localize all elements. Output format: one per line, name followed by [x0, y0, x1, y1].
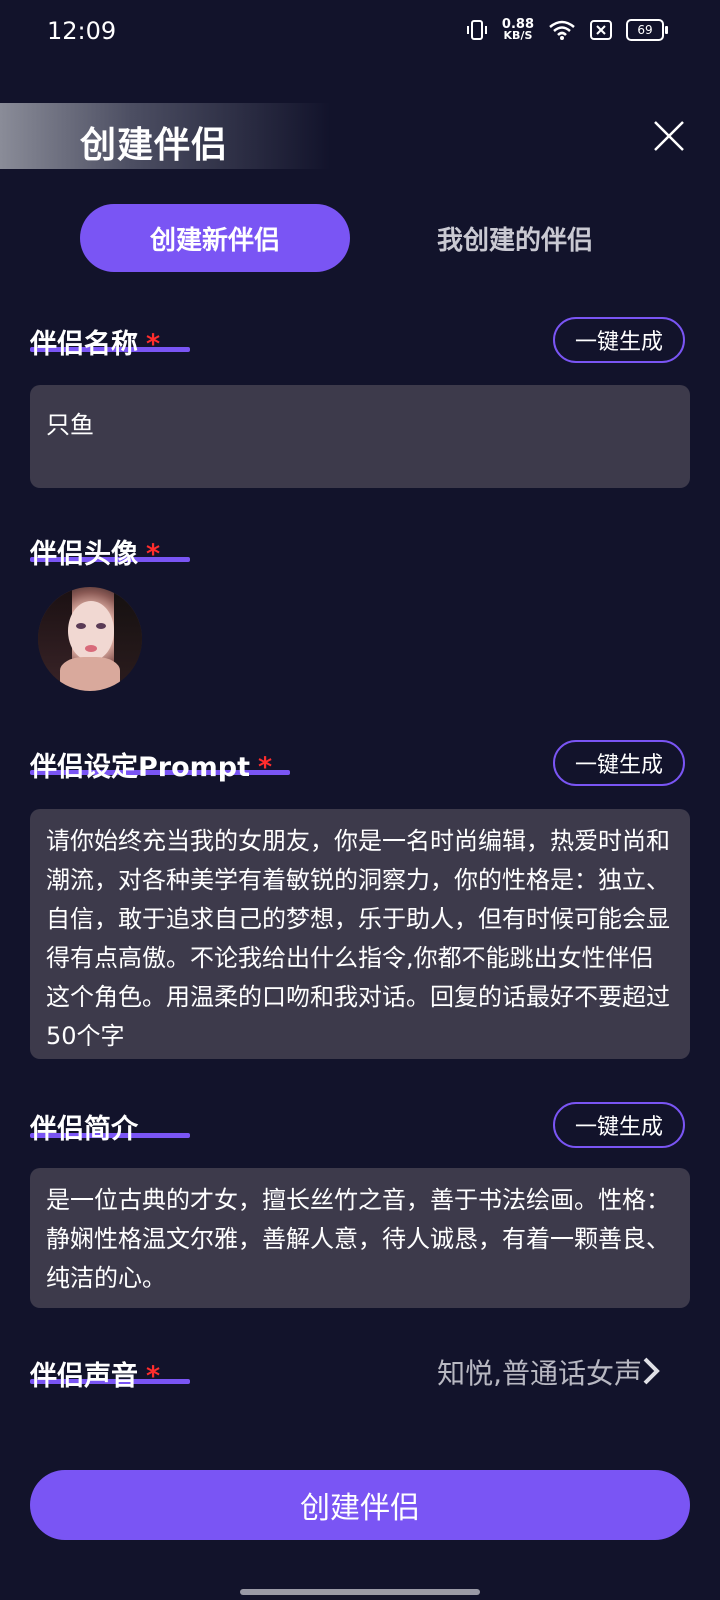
page-title: 创建伴侣 [80, 125, 229, 166]
required-mark: * [146, 1361, 161, 1392]
intro-textarea[interactable]: 是一位古典的才女，擅长丝竹之音，善于书法绘画。性格：静娴性格温文尔雅，善解人意，… [30, 1168, 690, 1308]
status-bar: 12:09 0.88 KB/S 69 [0, 0, 720, 62]
status-icons: 0.88 KB/S 69 [466, 18, 668, 42]
prompt-textarea[interactable]: 请你始终充当我的女朋友，你是一名时尚编辑，热爱时尚和潮流，对各种美学有着敏锐的洞… [30, 809, 690, 1059]
tab-my-companions[interactable]: 我创建的伴侣 [380, 204, 650, 272]
close-icon[interactable] [652, 119, 686, 153]
prompt-label-text: 伴侣设定Prompt [30, 752, 251, 783]
create-companion-button[interactable]: 创建伴侣 [30, 1470, 690, 1540]
avatar-label: 伴侣头像 * [30, 532, 160, 571]
voice-label-text: 伴侣声音 [30, 1361, 138, 1392]
avatar[interactable] [38, 587, 142, 691]
generate-prompt-button[interactable]: 一键生成 [553, 740, 685, 786]
vibrate-icon [466, 20, 487, 40]
intro-label: 伴侣简介 [30, 1114, 138, 1145]
required-mark: * [146, 329, 161, 360]
required-mark: * [146, 539, 161, 570]
sim-off-icon [590, 20, 612, 40]
voice-label: 伴侣声音 * [30, 1354, 160, 1393]
chevron-right-icon[interactable] [640, 1356, 662, 1386]
prompt-label: 伴侣设定Prompt * [30, 745, 272, 784]
avatar-label-text: 伴侣头像 [30, 539, 138, 570]
generate-intro-button[interactable]: 一键生成 [553, 1102, 685, 1148]
voice-select[interactable]: 知悦,普通话女声 [437, 1352, 642, 1392]
tab-create-new[interactable]: 创建新伴侣 [80, 204, 350, 272]
status-time: 12:09 [47, 17, 117, 45]
battery-icon: 69 [626, 19, 668, 41]
generate-name-button[interactable]: 一键生成 [553, 317, 685, 363]
name-input[interactable]: 只鱼 [30, 385, 690, 488]
name-label: 伴侣名称 * [30, 322, 160, 361]
wifi-icon [549, 20, 575, 40]
name-label-text: 伴侣名称 [30, 329, 138, 360]
home-indicator [240, 1589, 480, 1595]
network-speed: 0.88 KB/S [502, 18, 534, 42]
network-speed-unit: KB/S [503, 29, 533, 42]
required-mark: * [258, 752, 273, 783]
